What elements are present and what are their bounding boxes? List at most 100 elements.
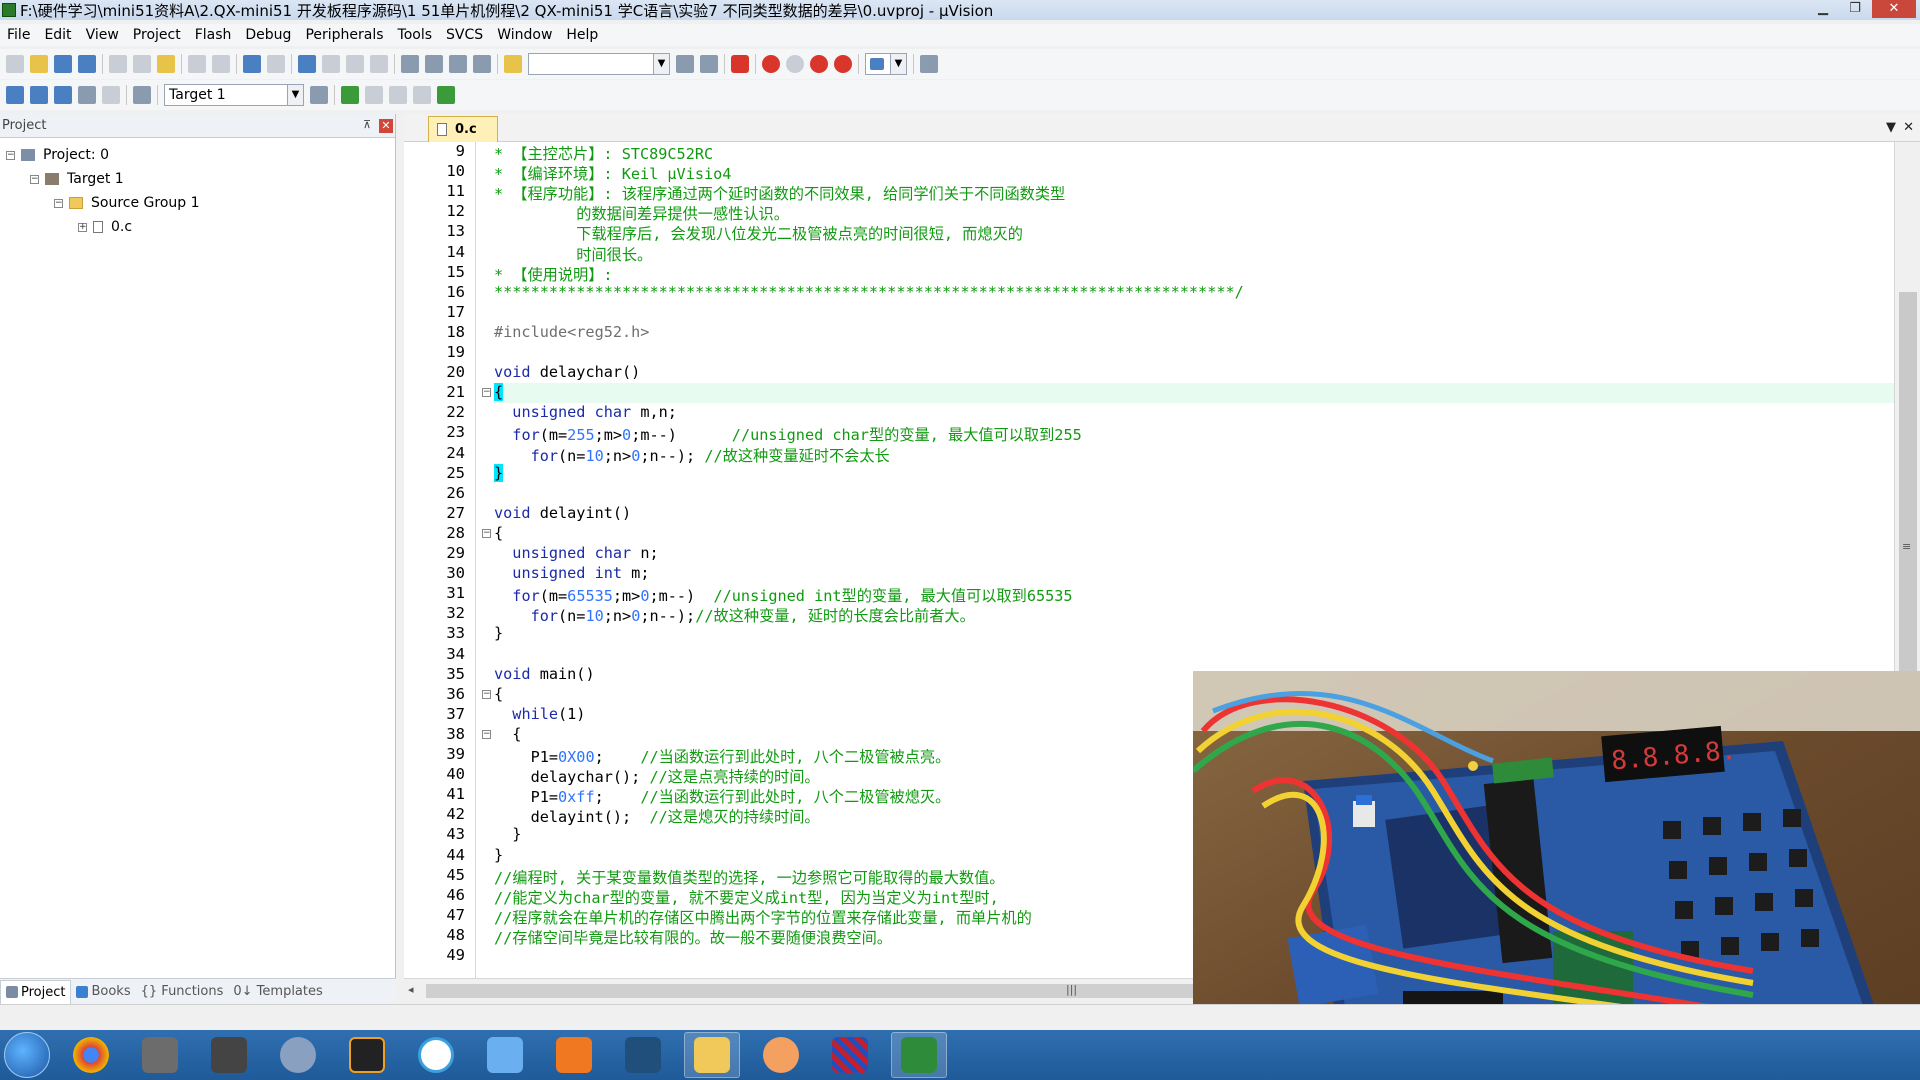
fox-icon[interactable] <box>753 1032 809 1078</box>
code-line[interactable]: while(1) <box>494 705 585 725</box>
tab-functions[interactable]: {} Functions <box>136 980 229 1004</box>
tree-item-source-group[interactable]: − Source Group 1 <box>54 192 200 214</box>
pack-installer-icon[interactable] <box>437 86 455 104</box>
code-line[interactable]: unsigned char n; <box>494 544 658 564</box>
save-icon[interactable] <box>54 55 72 73</box>
find-combo[interactable]: ▼ <box>528 53 670 75</box>
tab-close-icon[interactable]: ✕ <box>1903 120 1914 135</box>
open-file-icon[interactable] <box>30 55 48 73</box>
menu-view[interactable]: View <box>79 27 126 43</box>
menu-edit[interactable]: Edit <box>37 27 78 43</box>
stripes-app-icon[interactable] <box>822 1032 878 1078</box>
menu-project[interactable]: Project <box>126 27 188 43</box>
collapse-icon[interactable]: − <box>6 150 15 160</box>
code-line[interactable]: for(n=10;n>0;n--); //故这种变量延时不会太长 <box>494 444 890 465</box>
chevron-down-icon[interactable]: ▼ <box>287 85 303 105</box>
copy-icon[interactable] <box>133 55 151 73</box>
code-line[interactable]: P1=0X00; //当函数运行到此处时, 八个二极管被点亮。 <box>494 745 951 766</box>
configure-icon[interactable] <box>920 55 938 73</box>
clapper-icon[interactable] <box>201 1032 257 1078</box>
code-line[interactable]: { <box>494 725 521 745</box>
code-line[interactable]: //编程时, 关于某变量数值类型的选择, 一边参照它可能取得的最大数值。 <box>494 866 1005 887</box>
code-line[interactable]: 下载程序后, 会发现八位发光二极管被点亮的时间很短, 而熄灭的 <box>494 222 1023 243</box>
window-layout-combo[interactable]: ▼ <box>865 53 907 75</box>
scroll-left-icon[interactable]: ◂ <box>408 983 414 996</box>
media-player-icon[interactable] <box>270 1032 326 1078</box>
select-packs-icon[interactable] <box>365 86 383 104</box>
undo-icon[interactable] <box>188 55 206 73</box>
run-time-environment-icon[interactable] <box>413 86 431 104</box>
menu-file[interactable]: File <box>0 27 37 43</box>
new-file-icon[interactable] <box>6 55 24 73</box>
code-line[interactable]: 的数据间差异提供一感性认识。 <box>494 202 789 223</box>
maximize-icon[interactable]: ❐ <box>1840 0 1870 18</box>
fold-toggle-icon[interactable]: − <box>482 528 491 538</box>
bookmark-next-icon[interactable] <box>346 55 364 73</box>
manage-project-items-icon[interactable] <box>341 86 359 104</box>
expand-icon[interactable]: + <box>78 222 87 232</box>
g-app-icon[interactable] <box>339 1032 395 1078</box>
redo-icon[interactable] <box>212 55 230 73</box>
find-icon[interactable] <box>676 55 694 73</box>
code-line[interactable]: //程序就会在单片机的存储区中腾出两个字节的位置来存储此变量, 而单片机的 <box>494 906 1032 927</box>
translate-icon[interactable] <box>6 86 24 104</box>
tab-list-icon[interactable]: ▼ <box>1886 120 1896 135</box>
tree-item-target[interactable]: − Target 1 <box>30 168 124 190</box>
tab-templates[interactable]: 0↓ Templates <box>228 980 327 1004</box>
download-icon[interactable] <box>133 86 151 104</box>
code-line[interactable]: { <box>494 524 503 544</box>
tab-0c[interactable]: 0.c <box>428 116 498 142</box>
rebuild-icon[interactable] <box>54 86 72 104</box>
chevron-down-icon[interactable]: ▼ <box>890 54 906 74</box>
insert-breakpoint-icon[interactable] <box>762 55 780 73</box>
kill-breakpoints-icon[interactable] <box>834 55 852 73</box>
code-line[interactable]: { <box>494 685 503 705</box>
menu-peripherals[interactable]: Peripherals <box>298 27 390 43</box>
uncomment-icon[interactable] <box>473 55 491 73</box>
indent-icon[interactable] <box>401 55 419 73</box>
unindent-icon[interactable] <box>425 55 443 73</box>
pdf-icon[interactable] <box>546 1032 602 1078</box>
comment-icon[interactable] <box>449 55 467 73</box>
target-select[interactable]: Target 1 ▼ <box>164 84 304 106</box>
build-icon[interactable] <box>30 86 48 104</box>
code-line[interactable]: } <box>494 463 504 484</box>
chevron-down-icon[interactable]: ▼ <box>653 54 669 74</box>
tree-item-file[interactable]: + 0.c <box>78 216 132 238</box>
menu-flash[interactable]: Flash <box>188 27 239 43</box>
keil-uvision-icon[interactable] <box>891 1032 947 1078</box>
code-line[interactable]: 时间很长。 <box>494 243 652 264</box>
disable-breakpoints-icon[interactable] <box>810 55 828 73</box>
incremental-find-icon[interactable] <box>700 55 718 73</box>
save-all-icon[interactable] <box>78 55 96 73</box>
code-line[interactable]: } <box>494 846 503 866</box>
video-tool-icon[interactable] <box>615 1032 671 1078</box>
paste-icon[interactable] <box>157 55 175 73</box>
menu-help[interactable]: Help <box>559 27 605 43</box>
code-line[interactable]: delayint(); //这是熄灭的持续时间。 <box>494 805 820 826</box>
menu-window[interactable]: Window <box>490 27 559 43</box>
pin-icon[interactable]: ⊼ <box>363 118 373 131</box>
bookmark-clear-icon[interactable] <box>370 55 388 73</box>
code-line[interactable]: * 【编译环境】: Keil µVisio4 <box>494 162 731 183</box>
batch-build-icon[interactable] <box>78 86 96 104</box>
code-line[interactable]: unsigned char m,n; <box>494 403 677 423</box>
code-line[interactable]: } <box>494 624 503 644</box>
tab-project[interactable]: Project <box>0 979 72 1004</box>
fold-toggle-icon[interactable]: − <box>482 388 491 398</box>
collapse-icon[interactable]: − <box>54 198 63 208</box>
code-line[interactable]: void delayint() <box>494 504 631 524</box>
code-line[interactable]: //存储空间毕竟是比较有限的。故一般不要随便浪费空间。 <box>494 926 892 947</box>
file-explorer-icon[interactable] <box>684 1032 740 1078</box>
collapse-icon[interactable]: − <box>30 174 39 184</box>
enable-breakpoint-icon[interactable] <box>786 55 804 73</box>
code-line[interactable]: * 【程序功能】: 该程序通过两个延时函数的不同效果, 给同学们关于不同函数类型 <box>494 182 1065 203</box>
debug-session-icon[interactable] <box>731 55 749 73</box>
code-line[interactable]: for(n=10;n>0;n--);//故这种变量, 延时的长度会比前者大。 <box>494 604 975 625</box>
chrome-icon[interactable] <box>63 1032 119 1078</box>
bookmark-toggle-icon[interactable] <box>298 55 316 73</box>
panel-close-icon[interactable]: ✕ <box>379 118 393 133</box>
bookmark-prev-icon[interactable] <box>322 55 340 73</box>
cut-icon[interactable] <box>109 55 127 73</box>
tree-item-project[interactable]: − Project: 0 <box>6 144 109 166</box>
